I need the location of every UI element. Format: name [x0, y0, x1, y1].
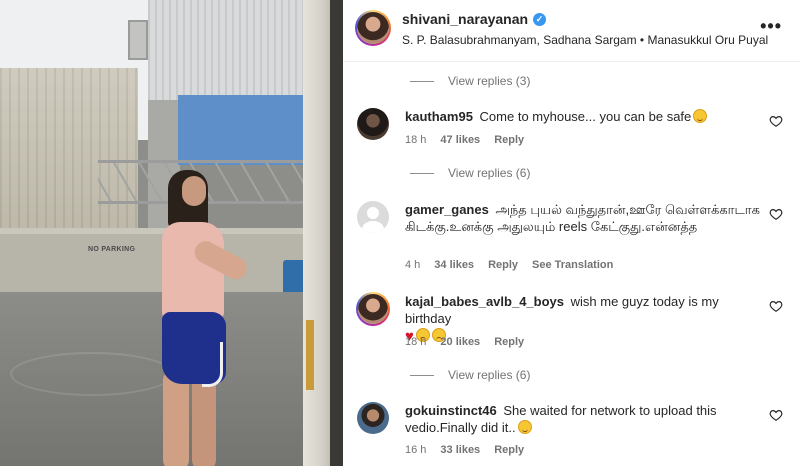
- audio-track[interactable]: S. P. Balasubrahmanyam, Sadhana Sargam •…: [402, 33, 768, 47]
- comment-item: gamer_ganes அந்த புயல் வந்துதான்,ஊரே வெள…: [357, 201, 787, 277]
- commenter-avatar[interactable]: [356, 292, 390, 326]
- comment-text: gamer_ganes அந்த புயல் வந்துதான்,ஊரே வெள…: [405, 201, 765, 235]
- comment-meta: 4 h 34 likes Reply See Translation: [405, 259, 613, 271]
- see-translation-button[interactable]: See Translation: [532, 259, 613, 271]
- comment-item: kajal_babes_avlb_4_boys wish me guyz tod…: [356, 292, 787, 351]
- concrete-pillar: [303, 0, 333, 466]
- comment-likes[interactable]: 33 likes: [440, 444, 480, 456]
- boundary-wall: [0, 228, 310, 294]
- wet-ground: [0, 292, 320, 466]
- comment-item: kautham95 Come to myhouse... you can be …: [357, 108, 787, 152]
- author-username[interactable]: shivani_narayanan: [402, 11, 528, 27]
- reel-video[interactable]: NO PARKING: [0, 0, 343, 466]
- more-options-icon[interactable]: •••: [760, 16, 782, 37]
- grinning-face-with-sweat-emoji: [693, 109, 708, 123]
- comment-meta: 16 h 33 likes Reply: [405, 444, 524, 456]
- comment-item: gokuinstinct46 She waited for network to…: [357, 402, 787, 462]
- pillar-shadow: [330, 0, 343, 466]
- view-replies-label: View replies (6): [448, 166, 531, 180]
- grinning-face-with-sweat-emoji: [517, 420, 532, 434]
- blue-wall: [178, 95, 306, 165]
- comment-likes[interactable]: 20 likes: [440, 336, 480, 348]
- like-heart-icon[interactable]: [769, 114, 783, 128]
- comments-panel: shivani_narayanan ✓ S. P. Balasubrahmany…: [343, 0, 800, 466]
- commenter-username[interactable]: gamer_ganes: [405, 202, 489, 217]
- like-heart-icon[interactable]: [769, 408, 783, 422]
- author-avatar[interactable]: [355, 10, 391, 46]
- commenter-username[interactable]: gokuinstinct46: [405, 403, 497, 418]
- building-window: [128, 20, 148, 60]
- commenter-avatar-default-icon[interactable]: [357, 201, 389, 233]
- person-leg: [192, 374, 216, 466]
- view-replies-button[interactable]: View replies (6): [410, 368, 530, 382]
- comment-text: kautham95 Come to myhouse... you can be …: [405, 108, 765, 125]
- comment-time: 18 h: [405, 336, 427, 348]
- like-heart-icon[interactable]: [769, 299, 783, 313]
- commenter-username[interactable]: kautham95: [405, 109, 473, 124]
- commenter-avatar[interactable]: [357, 402, 389, 434]
- view-replies-button[interactable]: View replies (6): [410, 166, 530, 180]
- shed-wall: [0, 68, 138, 238]
- divider-line: [410, 80, 434, 82]
- divider-line: [410, 172, 434, 174]
- view-replies-label: View replies (6): [448, 368, 531, 382]
- reply-button[interactable]: Reply: [494, 134, 524, 146]
- person-shorts: [162, 312, 226, 387]
- author-username-row: shivani_narayanan ✓: [402, 11, 547, 27]
- person-face: [182, 176, 206, 206]
- person-leg: [163, 370, 189, 466]
- building-top: [148, 0, 308, 100]
- comment-likes[interactable]: 47 likes: [440, 134, 480, 146]
- reply-button[interactable]: Reply: [488, 259, 518, 271]
- no-parking-sign: NO PARKING: [88, 246, 136, 253]
- reply-button[interactable]: Reply: [494, 336, 524, 348]
- pillar-stripe: [306, 320, 314, 390]
- comment-time: 18 h: [405, 134, 427, 146]
- comment-meta: 18 h 47 likes Reply: [405, 134, 524, 146]
- view-replies-button[interactable]: View replies (3): [410, 74, 530, 88]
- like-heart-icon[interactable]: [769, 207, 783, 221]
- commenter-username[interactable]: kajal_babes_avlb_4_boys: [405, 294, 564, 309]
- divider-line: [410, 374, 434, 376]
- reply-button[interactable]: Reply: [494, 444, 524, 456]
- comment-meta: 18 h 20 likes Reply: [405, 336, 524, 348]
- comment-time: 4 h: [405, 259, 421, 271]
- person-top: [162, 222, 224, 322]
- comment-likes[interactable]: 34 likes: [434, 259, 474, 271]
- comment-text: gokuinstinct46 She waited for network to…: [405, 402, 765, 436]
- comment-time: 16 h: [405, 444, 427, 456]
- view-replies-label: View replies (3): [448, 74, 531, 88]
- post-header: shivani_narayanan ✓ S. P. Balasubrahmany…: [343, 0, 800, 62]
- verified-badge-icon: ✓: [533, 12, 547, 26]
- comment-message: Come to myhouse... you can be safe: [479, 109, 692, 124]
- commenter-avatar[interactable]: [357, 108, 389, 140]
